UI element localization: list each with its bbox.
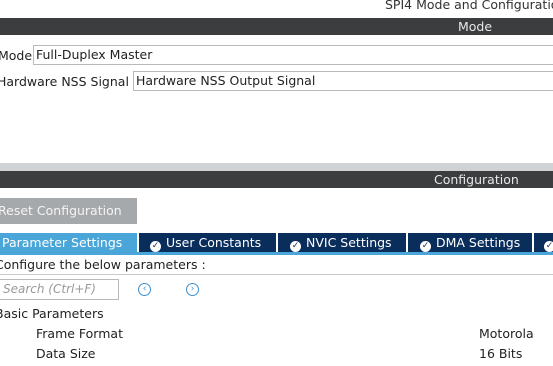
check-circle-icon: ✓ <box>420 241 431 252</box>
parameters-hint: Configure the below parameters : <box>0 257 206 272</box>
nss-select[interactable]: Hardware NSS Output Signal <box>133 71 553 91</box>
hint-divider <box>0 274 553 275</box>
tab-label: User Constants <box>166 235 262 250</box>
nss-label: Hardware NSS Signal <box>0 74 129 89</box>
param-value[interactable]: Motorola <box>479 326 534 341</box>
next-match-icon[interactable]: › <box>186 283 199 296</box>
tab-user-constants[interactable]: ✓ User Constants <box>139 233 276 252</box>
check-circle-icon: ✓ <box>290 241 301 252</box>
tab-label: Parameter Settings <box>2 235 123 250</box>
tab-label: DMA Settings <box>436 235 521 250</box>
mode-select[interactable]: Full-Duplex Master <box>33 45 553 65</box>
group-basic-parameters: Basic Parameters <box>0 306 104 321</box>
window-title: SPI4 Mode and Configuration <box>385 0 553 12</box>
mode-header-label: Mode <box>458 19 493 34</box>
param-value[interactable]: 16 Bits <box>479 346 522 361</box>
tab-nvic-settings[interactable]: ✓ NVIC Settings <box>278 233 406 252</box>
previous-match-icon[interactable]: ‹ <box>138 283 151 296</box>
param-name: Frame Format <box>36 326 123 341</box>
tab-dma-settings[interactable]: ✓ DMA Settings <box>408 233 532 252</box>
tab-label: NVIC Settings <box>306 235 392 250</box>
mode-label: Mode <box>0 48 33 63</box>
configuration-header: Configuration <box>0 171 553 188</box>
configuration-header-label: Configuration <box>434 172 519 187</box>
search-input[interactable]: Search (Ctrl+F) <box>0 279 119 300</box>
tab-underline <box>0 252 553 255</box>
mode-header: Mode <box>0 18 553 35</box>
tab-parameter-settings[interactable]: Parameter Settings <box>0 233 137 252</box>
check-circle-icon: ✓ <box>150 241 161 252</box>
section-divider <box>0 163 553 171</box>
check-circle-icon: ✓ <box>544 241 553 252</box>
param-name: Data Size <box>36 346 96 361</box>
config-tabs: Parameter Settings ✓ User Constants ✓ NVIC… <box>0 233 553 252</box>
tab-overflow[interactable]: ✓ <box>534 233 553 252</box>
reset-configuration-button[interactable]: Reset Configuration <box>0 198 137 224</box>
